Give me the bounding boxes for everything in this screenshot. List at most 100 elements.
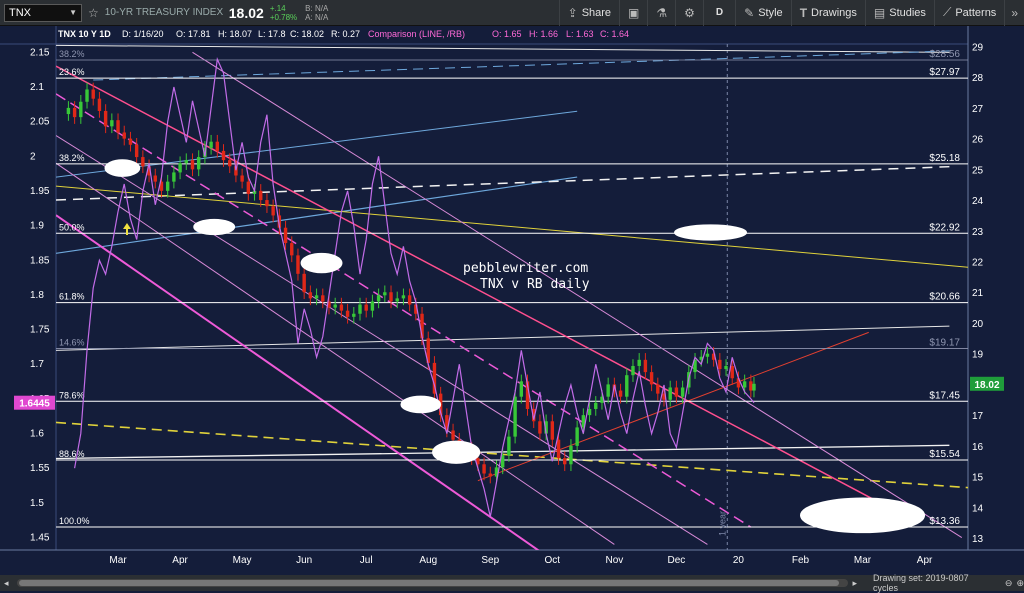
symbol-input[interactable]: TNX ▼ xyxy=(4,3,82,22)
header-symbol-period: TNX 10 Y 1D xyxy=(58,29,111,39)
patterns-icon: ⟋ xyxy=(942,5,952,19)
candle-body-45 xyxy=(339,304,344,311)
candle-body-26 xyxy=(221,150,226,161)
candle-body-85 xyxy=(587,408,592,416)
toolbar: TNX ▼ ☆ 10-YR TREASURY INDEX 18.02 +.14 … xyxy=(0,0,1024,26)
chart-annotation-line-1: pebblewriter.com xyxy=(463,261,588,276)
chart-header: TNX 10 Y 1D D: 1/16/20 O: 17.81 H: 18.07… xyxy=(58,29,629,39)
share-button[interactable]: ⇪ Share xyxy=(558,0,619,26)
bid-value: B: N/A xyxy=(305,3,329,13)
chart-annotation-line-2: TNX v RB daily xyxy=(480,277,590,292)
fib-level-label-6: 78.6% xyxy=(59,390,85,400)
candle-body-22 xyxy=(196,157,201,170)
style-icon: ✎ xyxy=(744,5,755,20)
candle-body-68 xyxy=(482,464,486,474)
fib-level-label-3: 50.0% xyxy=(59,222,85,232)
candle-body-32 xyxy=(259,190,263,201)
candle-body-21 xyxy=(190,160,195,170)
scroll-left-icon[interactable]: ◂ xyxy=(4,578,9,589)
right-axis-tick-12: 17 xyxy=(972,411,984,422)
fib-level-value-1: $27.97 xyxy=(929,67,960,78)
candle-body-8 xyxy=(110,120,114,127)
x-axis-label-11: Feb xyxy=(792,555,810,566)
drawings-button[interactable]: T Drawings xyxy=(790,0,865,26)
fib-level-label-8: 100.0% xyxy=(59,516,90,526)
right-axis-tick-15: 14 xyxy=(972,503,984,514)
right-axis-tick-4: 25 xyxy=(972,165,984,176)
studies-button[interactable]: ▤ Studies xyxy=(864,0,934,26)
star-icon[interactable]: ☆ xyxy=(88,6,99,20)
candle-body-63 xyxy=(451,430,455,440)
candle-body-99 xyxy=(674,387,679,397)
left-axis-tick-0: 2.15 xyxy=(30,47,50,58)
right-axis-tick-8: 21 xyxy=(972,288,984,299)
candle-body-6 xyxy=(97,98,102,111)
scrollbar-thumb[interactable] xyxy=(18,580,839,586)
candle-body-74 xyxy=(519,381,524,397)
right-axis-tick-9: 20 xyxy=(972,319,984,330)
right-axis-tick-16: 13 xyxy=(972,534,984,545)
share-label: Share xyxy=(581,6,612,19)
style-button[interactable]: ✎ Style xyxy=(735,0,791,26)
candle-body-15 xyxy=(153,175,157,182)
left-axis-tick-14: 1.45 xyxy=(30,533,50,544)
header-open: O: 17.81 xyxy=(176,29,211,39)
candle-body-112 xyxy=(752,383,756,391)
candle-body-108 xyxy=(730,365,734,379)
snapshot-button[interactable]: ▣ xyxy=(619,0,647,26)
comparison-badge-text: 1.6445 xyxy=(19,399,50,410)
right-axis-tick-2: 27 xyxy=(972,104,984,115)
candle-body-106 xyxy=(718,359,722,370)
patterns-label: Patterns xyxy=(955,6,997,19)
candle-body-4 xyxy=(85,89,89,102)
header-cmp-close: C: 1.64 xyxy=(600,29,629,39)
left-axis-tick-8: 1.75 xyxy=(30,325,50,336)
gear-icon: ⚙ xyxy=(684,5,695,20)
more-button[interactable]: » xyxy=(1004,0,1024,26)
price-change: +.14 +0.78% xyxy=(270,4,297,22)
x-axis-label-10: 20 xyxy=(733,555,745,566)
candle-body-30 xyxy=(246,181,251,194)
cycle-label: 1 year xyxy=(717,511,727,536)
highlight-ellipse-19 xyxy=(400,395,442,414)
zoom-in-icon[interactable]: ⊕ xyxy=(1016,578,1024,589)
left-axis-tick-1: 2.1 xyxy=(30,82,44,93)
patterns-button[interactable]: ⟋ Patterns xyxy=(933,0,1004,26)
left-axis-tick-13: 1.5 xyxy=(30,498,44,509)
plot-background xyxy=(0,26,1024,575)
candle-body-27 xyxy=(228,160,232,167)
candle-body-80 xyxy=(556,439,561,459)
right-axis-tick-14: 15 xyxy=(972,473,984,484)
x-axis-label-12: Mar xyxy=(854,555,872,566)
candle-body-29 xyxy=(240,175,244,182)
drawings-label: Drawings xyxy=(811,6,857,19)
period-button[interactable]: D xyxy=(702,0,735,26)
price-chart[interactable]: 38.2% $28.56 23.6% $27.97 38.2% $25.18 50.0% $2… xyxy=(0,26,1024,575)
right-axis-tick-10: 19 xyxy=(972,350,984,361)
header-comparison: Comparison (LINE, /RB) xyxy=(368,29,465,39)
scroll-right-icon[interactable]: ▸ xyxy=(852,578,857,589)
candle-body-25 xyxy=(215,141,220,151)
candle-body-88 xyxy=(606,384,610,397)
settings-button[interactable]: ⚙ xyxy=(675,0,703,26)
candle-body-91 xyxy=(625,375,629,397)
candle-body-46 xyxy=(345,310,350,317)
candle-body-98 xyxy=(668,387,672,400)
style-label: Style xyxy=(758,6,783,19)
flask-button[interactable]: ⚗ xyxy=(647,0,675,26)
candle-body-53 xyxy=(389,292,393,302)
x-axis-label-2: May xyxy=(233,555,252,566)
candle-body-39 xyxy=(302,273,306,293)
left-axis-tick-5: 1.9 xyxy=(30,221,44,232)
left-axis-tick-6: 1.85 xyxy=(30,255,50,266)
zoom-out-icon[interactable]: ⊖ xyxy=(1005,578,1013,589)
status-bar: ◂ ▸ Drawing set: 2019-0807 cycles ⊖ ⊕ xyxy=(0,573,1024,593)
horizontal-scrollbar[interactable] xyxy=(16,579,849,587)
candle-body-110 xyxy=(742,381,747,388)
candle-body-90 xyxy=(618,390,623,397)
candle-body-11 xyxy=(128,138,133,145)
left-axis-tick-4: 1.95 xyxy=(30,186,50,197)
header-low: L: 17.8 xyxy=(258,29,286,39)
header-date: D: 1/16/20 xyxy=(122,29,164,39)
x-axis-label-4: Jul xyxy=(360,555,373,566)
